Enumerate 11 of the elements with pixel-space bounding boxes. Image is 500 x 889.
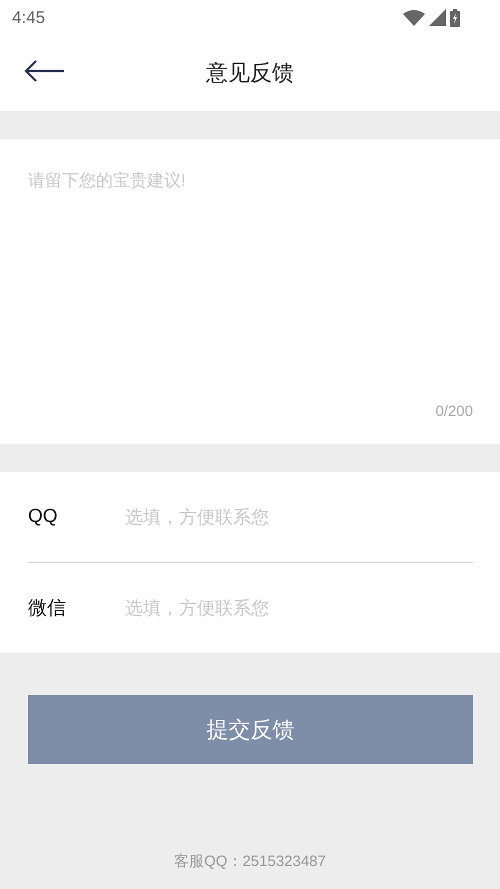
signal-icon (429, 9, 446, 26)
contact-label: QQ (28, 506, 59, 528)
submit-button[interactable]: 提交反馈 (28, 695, 473, 764)
contact-label: 微信 (28, 597, 67, 621)
wifi-icon (403, 10, 425, 26)
character-counter: 0/200 (435, 403, 473, 420)
support-contact: 客服QQ：2515323487 (173, 852, 327, 871)
battery-icon (450, 8, 460, 26)
back-button[interactable] (24, 59, 66, 83)
page-title: 意见反馈 (206, 59, 294, 87)
status-time: 4:45 (12, 8, 46, 28)
